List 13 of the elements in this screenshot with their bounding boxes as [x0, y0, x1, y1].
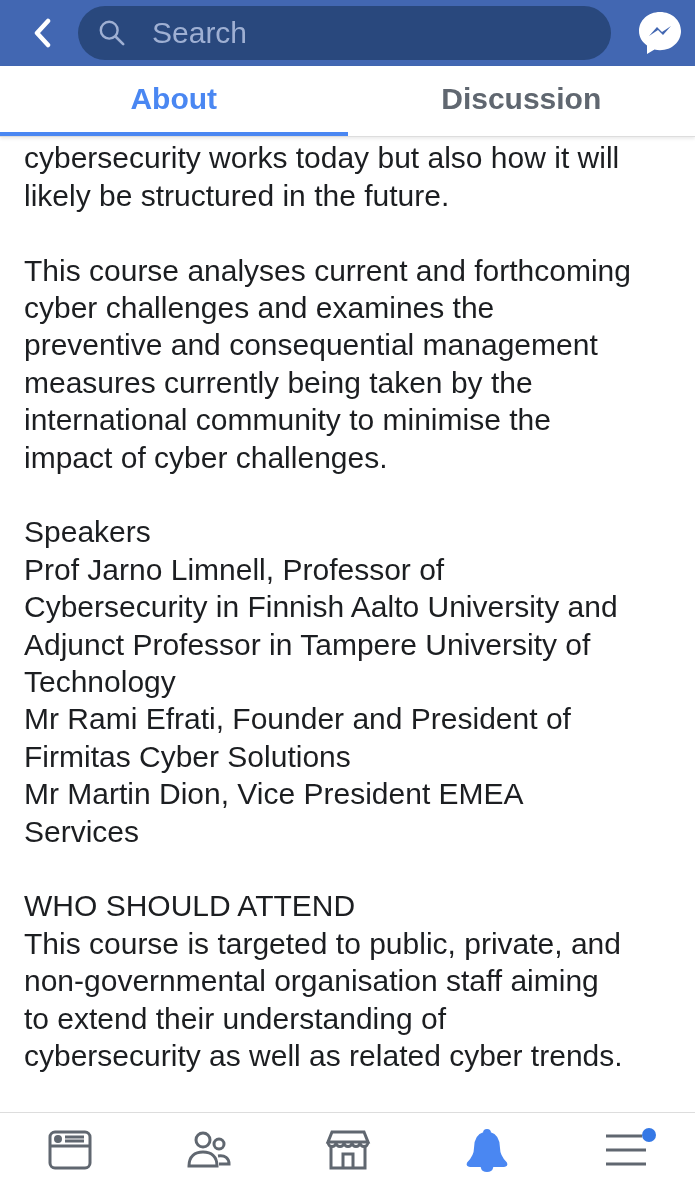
speaker-entry: Mr Rami Efrati, Founder and President of Firmitas Cyber Solutions — [24, 701, 572, 775]
section-heading: Speakers — [24, 514, 152, 551]
paragraph: cybersecurity works today but also how it will likely be structured in the future. — [24, 140, 621, 214]
paragraph: This course analyses current and forthcoming cyber challenges and examines the preventive and consequential management measures currently being taken by the international community to minimise the impact of cyber challenges. — [24, 252, 632, 476]
messenger-icon[interactable] — [637, 9, 683, 56]
tab[interactable]: About — [0, 65, 348, 137]
speaker-entry: Prof Jarno Limnell, Professor of Cybersecurity in Finnish Aalto University and Adjunct Professor in Tampere University of Technology — [24, 551, 619, 700]
section-heading: WHO SHOULD ATTEND — [24, 888, 357, 925]
search-field[interactable]: Search — [78, 5, 611, 60]
paragraph: This course is targeted to public, private, and non-governmental organisation staff aiming to extend their understanding of cybersecurity as well as related cyber trends. — [24, 925, 624, 1075]
speaker-entry: Mr Martin Dion, Vice President EMEA Services — [24, 776, 525, 850]
back-icon[interactable] — [32, 17, 52, 48]
tab[interactable]: Discussion — [347, 65, 695, 137]
